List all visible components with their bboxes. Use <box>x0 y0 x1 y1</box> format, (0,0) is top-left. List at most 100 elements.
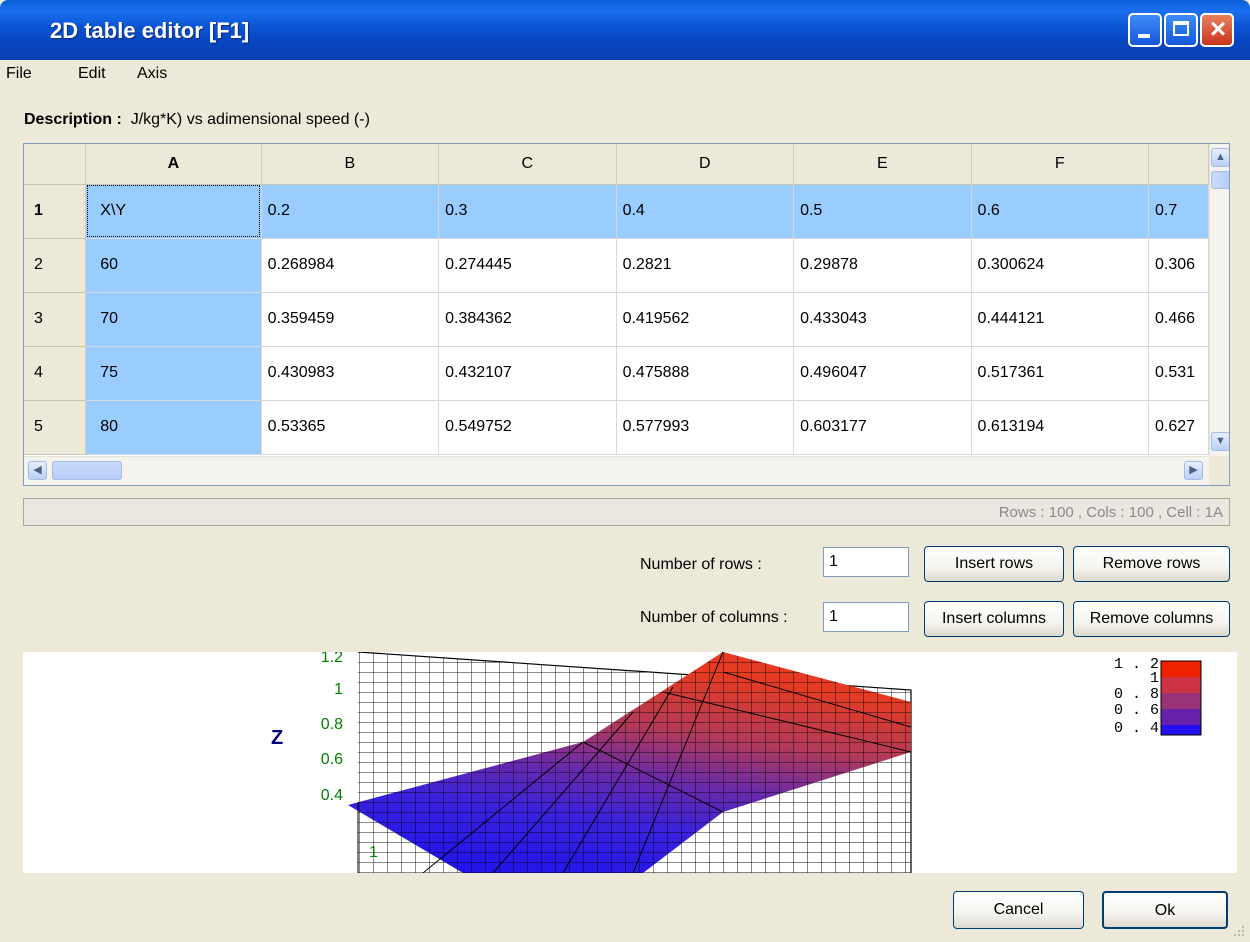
table-cell[interactable]: 0.6 <box>971 184 1150 239</box>
table-cell[interactable]: 0.475888 <box>616 346 795 401</box>
colorbar: 1 . 2 1 0 . 8 0 . 6 0 . 4 <box>1114 656 1202 737</box>
close-button[interactable]: × <box>1200 13 1234 47</box>
table-cell[interactable]: 0.7 <box>1148 184 1209 239</box>
table-cell[interactable]: 0.274445 <box>438 238 617 293</box>
table-row: 3 70 0.359459 0.384362 0.419562 0.433043… <box>24 292 1209 347</box>
table-cell[interactable]: 0.496047 <box>793 346 972 401</box>
table-cell[interactable]: 0.603177 <box>793 400 972 455</box>
table-cell[interactable]: 0.53365 <box>261 400 440 455</box>
colorbar-band <box>1161 709 1201 725</box>
menu-edit[interactable]: Edit <box>78 65 106 83</box>
description: Description : J/kg*K) vs adimensional sp… <box>24 111 370 129</box>
title-bar[interactable]: 2D table editor [F1] × <box>0 0 1250 60</box>
column-header-c[interactable]: C <box>438 144 617 185</box>
scroll-corner <box>1209 456 1229 485</box>
rows-label: Number of rows : <box>640 556 762 573</box>
column-header-d[interactable]: D <box>616 144 795 185</box>
status-bar: Rows : 100 , Cols : 100 , Cell : 1A <box>23 498 1230 526</box>
table-cell[interactable]: 0.4 <box>616 184 795 239</box>
table-cell[interactable]: 0.549752 <box>438 400 617 455</box>
table-cell[interactable]: 0.433043 <box>793 292 972 347</box>
z-tick-label: 1 <box>334 681 343 698</box>
data-grid[interactable]: A B C D E F 1 X\Y 0.2 0.3 0.4 0.5 0.6 0.… <box>23 143 1230 486</box>
table-cell[interactable]: 0.517361 <box>971 346 1150 401</box>
columns-label: Number of columns : <box>640 609 788 626</box>
remove-rows-button[interactable]: Remove rows <box>1073 546 1230 582</box>
chevron-left-icon: ◀ <box>33 464 42 476</box>
z-tick-label: 1.2 <box>321 652 343 666</box>
row-header[interactable]: 5 <box>24 400 87 455</box>
minimize-button[interactable] <box>1128 13 1162 47</box>
colorbar-tick-label: 0 . 4 <box>1114 720 1159 737</box>
table-cell[interactable]: X\Y <box>85 184 262 239</box>
horizontal-scroll-thumb[interactable] <box>52 461 122 480</box>
remove-columns-button[interactable]: Remove columns <box>1073 601 1230 637</box>
rows-input[interactable]: 1 <box>823 547 909 577</box>
row-header[interactable]: 1 <box>24 184 87 239</box>
table-row: 5 80 0.53365 0.549752 0.577993 0.603177 … <box>24 400 1209 455</box>
column-header-a[interactable]: A <box>85 144 262 185</box>
row-header[interactable]: 3 <box>24 292 87 347</box>
maximize-icon <box>1173 21 1189 36</box>
table-cell[interactable]: 0.5 <box>793 184 972 239</box>
table-cell[interactable]: 0.430983 <box>261 346 440 401</box>
table-cell[interactable]: 0.359459 <box>261 292 440 347</box>
horizontal-scrollbar[interactable]: ◀ ▶ <box>24 456 1229 485</box>
row-header[interactable]: 2 <box>24 238 87 293</box>
table-cell[interactable]: 0.531 <box>1148 346 1209 401</box>
table-cell[interactable]: 0.466 <box>1148 292 1209 347</box>
scroll-right-button[interactable]: ▶ <box>1184 461 1203 480</box>
column-header-g[interactable] <box>1148 144 1209 185</box>
table-cell[interactable]: 0.613194 <box>971 400 1150 455</box>
vertical-scroll-thumb[interactable] <box>1211 171 1229 189</box>
maximize-button[interactable] <box>1164 13 1198 47</box>
table-cell[interactable]: 0.432107 <box>438 346 617 401</box>
surface-plot[interactable]: 1.2 1 0.8 0.6 0.4 Z 1 1 . 2 1 0 . 8 0 . … <box>23 652 1237 873</box>
table-cell[interactable]: 0.384362 <box>438 292 617 347</box>
column-header-f[interactable]: F <box>971 144 1150 185</box>
scroll-down-button[interactable]: ▼ <box>1211 432 1229 451</box>
table-cell[interactable]: 0.29878 <box>793 238 972 293</box>
table-cell[interactable]: 70 <box>85 292 262 347</box>
table-cell[interactable]: 0.2 <box>261 184 440 239</box>
ok-button[interactable]: Ok <box>1102 891 1228 929</box>
table-cell[interactable]: 0.627 <box>1148 400 1209 455</box>
status-text: Rows : 100 , Cols : 100 , Cell : 1A <box>998 504 1223 521</box>
row-header[interactable]: 4 <box>24 346 87 401</box>
colorbar-tick-label: 0 . 6 <box>1114 702 1159 719</box>
scroll-up-button[interactable]: ▲ <box>1211 148 1229 167</box>
insert-columns-button[interactable]: Insert columns <box>924 601 1064 637</box>
menu-axis[interactable]: Axis <box>137 65 167 83</box>
table-cell[interactable]: 60 <box>85 238 262 293</box>
surface-plot-svg: 1.2 1 0.8 0.6 0.4 Z 1 1 . 2 1 0 . 8 0 . … <box>271 652 1202 873</box>
z-tick-label: 0.6 <box>321 751 343 768</box>
window-title: 2D table editor [F1] <box>50 18 250 43</box>
resize-grip-icon[interactable] <box>1232 924 1246 938</box>
minimize-icon <box>1138 34 1150 38</box>
cancel-button[interactable]: Cancel <box>953 891 1084 929</box>
description-label: Description : <box>24 111 122 128</box>
table-cell[interactable]: 0.419562 <box>616 292 795 347</box>
table-row: 4 75 0.430983 0.432107 0.475888 0.496047… <box>24 346 1209 401</box>
table-cell[interactable]: 0.577993 <box>616 400 795 455</box>
table-cell[interactable]: 0.2821 <box>616 238 795 293</box>
table-cell[interactable]: 0.444121 <box>971 292 1150 347</box>
colorbar-band <box>1161 725 1201 735</box>
table-cell[interactable]: 0.268984 <box>261 238 440 293</box>
table-cell[interactable]: 80 <box>85 400 262 455</box>
column-header-e[interactable]: E <box>793 144 972 185</box>
table-cell[interactable]: 0.306 <box>1148 238 1209 293</box>
column-header-b[interactable]: B <box>261 144 440 185</box>
columns-input[interactable]: 1 <box>823 602 909 632</box>
column-header-row: A B C D E F <box>24 144 1209 185</box>
table-cell[interactable]: 0.300624 <box>971 238 1150 293</box>
x-tick-label: 1 <box>369 844 378 861</box>
vertical-scrollbar[interactable]: ▲ ▼ <box>1209 144 1229 456</box>
menu-file[interactable]: File <box>6 65 32 83</box>
table-cell[interactable]: 75 <box>85 346 262 401</box>
insert-rows-button[interactable]: Insert rows <box>924 546 1064 582</box>
colorbar-band <box>1161 693 1201 709</box>
table-cell[interactable]: 0.3 <box>438 184 617 239</box>
scroll-left-button[interactable]: ◀ <box>28 461 47 480</box>
grid-corner[interactable] <box>24 144 87 185</box>
